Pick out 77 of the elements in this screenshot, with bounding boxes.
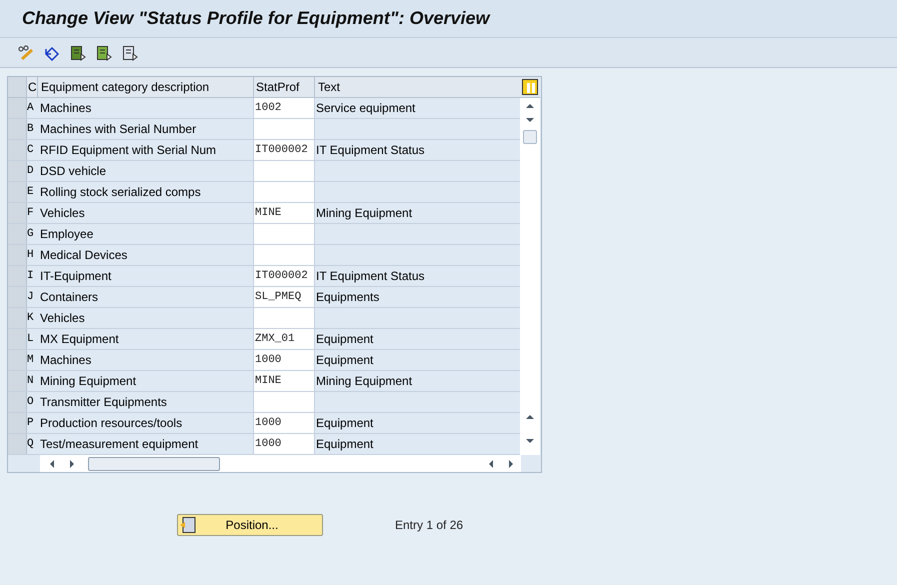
input-field[interactable]: 1000 <box>254 350 315 370</box>
table-cell: Machines <box>38 98 254 118</box>
input-field[interactable] <box>254 224 315 244</box>
scroll-right-icon[interactable] <box>507 458 515 468</box>
column-settings-icon[interactable] <box>522 79 538 95</box>
row-selector[interactable] <box>8 245 27 265</box>
input-field[interactable]: 1002 <box>254 98 315 118</box>
column-header[interactable]: StatProf <box>254 77 315 97</box>
scroll-thumb[interactable] <box>523 130 537 144</box>
input-field[interactable] <box>254 161 315 181</box>
document-arrow-icon[interactable] <box>122 44 138 60</box>
row-selector[interactable] <box>8 287 27 307</box>
scroll-down-icon[interactable] <box>525 116 535 124</box>
entry-info: Entry 1 of 26 <box>395 517 464 534</box>
table-cell: IT-Equipment <box>38 266 254 286</box>
table-cell: RFID Equipment with Serial Num <box>38 140 254 160</box>
table-cell: Rolling stock serialized comps <box>38 182 254 202</box>
table-cell: MX Equipment <box>38 329 254 349</box>
row-selector[interactable] <box>8 392 27 412</box>
horizontal-scrollbar[interactable] <box>40 455 521 472</box>
column-header[interactable]: C <box>27 77 38 97</box>
row-selector[interactable] <box>8 308 27 328</box>
table-cell: DSD vehicle <box>38 161 254 181</box>
row-selector[interactable] <box>8 119 27 139</box>
table-cell: Vehicles <box>38 308 254 328</box>
row-selector[interactable] <box>8 329 27 349</box>
document-arrow-icon[interactable] <box>96 44 112 60</box>
scroll-up-icon[interactable] <box>525 413 535 421</box>
input-field[interactable] <box>254 392 315 412</box>
position-icon <box>180 517 196 533</box>
row-selector[interactable] <box>8 350 27 370</box>
input-field[interactable]: 1000 <box>254 434 315 454</box>
table-cell: Vehicles <box>38 203 254 223</box>
table-cell: Machines with Serial Number <box>38 119 254 139</box>
row-selector[interactable] <box>8 371 27 391</box>
input-field[interactable]: 1000 <box>254 413 315 433</box>
position-button[interactable]: Position... <box>177 514 323 536</box>
input-field[interactable]: MINE <box>254 371 315 391</box>
row-selector[interactable] <box>8 434 27 454</box>
scroll-right-icon[interactable] <box>68 458 76 468</box>
table-cell: Employee <box>38 224 254 244</box>
scroll-up-icon[interactable] <box>525 102 535 110</box>
table-cell: Machines <box>38 350 254 370</box>
input-field[interactable] <box>254 182 315 202</box>
table-cell: Medical Devices <box>38 245 254 265</box>
table-cell: Containers <box>38 287 254 307</box>
row-selector[interactable] <box>8 413 27 433</box>
glasses-pencil-icon[interactable] <box>18 44 34 60</box>
row-selector[interactable] <box>8 98 27 118</box>
table-cell: Test/measurement equipment <box>38 434 254 454</box>
input-field[interactable]: MINE <box>254 203 315 223</box>
row-selector[interactable] <box>8 224 27 244</box>
row-selector[interactable] <box>8 182 27 202</box>
input-field[interactable]: IT000002 <box>254 140 315 160</box>
row-selector[interactable] <box>8 266 27 286</box>
undo-arrow-icon[interactable] <box>44 44 60 60</box>
column-header[interactable]: Text <box>315 77 520 97</box>
row-selector[interactable] <box>8 203 27 223</box>
table-cell: Production resources/tools <box>38 413 254 433</box>
scroll-thumb[interactable] <box>88 456 220 470</box>
table-cell: Mining Equipment <box>38 371 254 391</box>
input-field[interactable] <box>254 119 315 139</box>
input-field[interactable]: ZMX_01 <box>254 329 315 349</box>
document-arrow-icon[interactable] <box>70 44 86 60</box>
window-title: Change View "Status Profile for Equipment": Overview <box>22 7 490 30</box>
table-cell: Transmitter Equipments <box>38 392 254 412</box>
scroll-left-icon[interactable] <box>48 458 56 468</box>
input-field[interactable]: SL_PMEQ <box>254 287 315 307</box>
column-header[interactable]: Equipment category description <box>38 77 254 97</box>
input-field[interactable] <box>254 245 315 265</box>
scroll-down-icon[interactable] <box>525 437 535 445</box>
select-all-button[interactable] <box>8 77 27 97</box>
row-selector[interactable] <box>8 140 27 160</box>
input-field[interactable] <box>254 308 315 328</box>
row-selector[interactable] <box>8 161 27 181</box>
scroll-left-icon[interactable] <box>487 458 495 468</box>
input-field[interactable]: IT000002 <box>254 266 315 286</box>
